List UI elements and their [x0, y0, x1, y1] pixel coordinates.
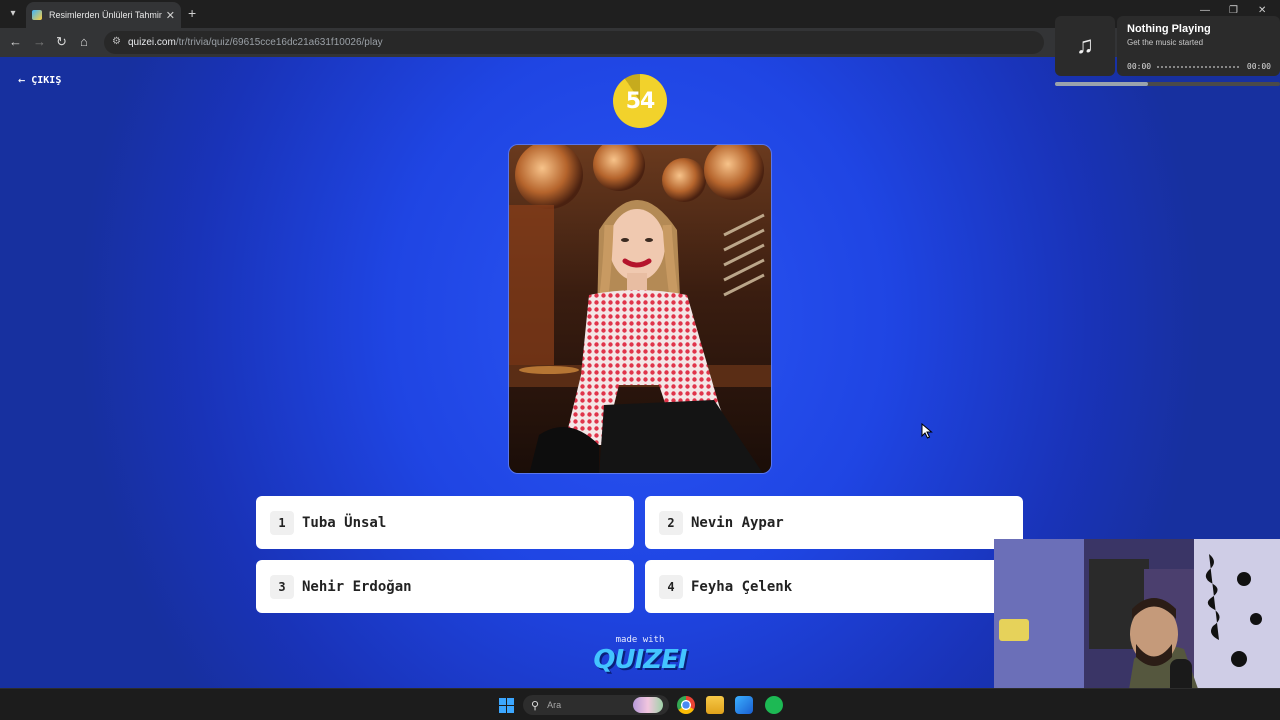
answer-text: Nehir Erdoğan: [302, 578, 412, 595]
answer-number: 4: [659, 574, 683, 599]
answer-number: 1: [270, 510, 294, 535]
exit-button[interactable]: ← ÇIKIŞ: [18, 73, 61, 87]
taskbar-search[interactable]: ⚲ Ara: [523, 695, 669, 715]
media-title: Nothing Playing: [1127, 23, 1211, 35]
back-icon[interactable]: ←: [9, 34, 22, 50]
maximize-icon[interactable]: ❐: [1229, 5, 1238, 16]
photos-app-icon[interactable]: [735, 696, 753, 714]
chrome-icon[interactable]: [677, 696, 695, 714]
spotify-icon[interactable]: [765, 696, 783, 714]
home-icon[interactable]: ⌂: [80, 34, 88, 50]
question-image: [508, 144, 772, 474]
address-bar[interactable]: ⚙ quizei.com/tr/trivia/quiz/69615cce16dc…: [104, 31, 1044, 54]
media-volume-bar[interactable]: [1055, 82, 1280, 86]
new-tab-icon[interactable]: +: [188, 5, 196, 21]
answer-option-2[interactable]: 2 Nevin Aypar: [645, 496, 1023, 549]
media-volume-fill: [1055, 82, 1148, 86]
celebrity-photo-illustration: [509, 145, 771, 473]
browser-tab[interactable]: Resimlerden Ünlüleri Tahmin Et ✕: [26, 2, 181, 28]
music-note-icon: ♫: [1055, 16, 1115, 76]
url-path: /tr/trivia/quiz/69615cce16dc21a631f10026…: [175, 37, 383, 48]
forward-icon[interactable]: →: [33, 34, 46, 50]
taskbar: ⚲ Ara: [0, 688, 1280, 720]
site-info-icon[interactable]: ⚙: [112, 36, 121, 47]
answer-text: Tuba Ünsal: [302, 514, 387, 531]
answer-option-4[interactable]: 4 Feyha Çelenk: [645, 560, 1023, 613]
quizei-logo[interactable]: QUIZEI: [590, 645, 690, 675]
tab-search-icon[interactable]: ▾: [4, 4, 22, 22]
countdown-timer: 54: [613, 74, 667, 128]
window-close-icon[interactable]: ✕: [1258, 5, 1266, 16]
media-time-start: 00:00: [1127, 62, 1152, 71]
exit-label: ÇIKIŞ: [31, 74, 62, 86]
answer-text: Feyha Çelenk: [691, 578, 793, 595]
media-player-overlay: ♫ Nothing Playing Get the music started …: [1055, 16, 1280, 88]
media-seek-track[interactable]: [1157, 66, 1241, 68]
windows-start-icon[interactable]: [499, 698, 514, 713]
answer-option-1[interactable]: 1 Tuba Ünsal: [256, 496, 634, 549]
answer-text: Nevin Aypar: [691, 514, 784, 531]
media-time-end: 00:00: [1246, 62, 1271, 71]
reload-icon[interactable]: ↻: [56, 34, 67, 50]
timer-value: 54: [625, 88, 656, 114]
answer-number: 2: [659, 510, 683, 535]
answer-option-3[interactable]: 3 Nehir Erdoğan: [256, 560, 634, 613]
address-url: quizei.com/tr/trivia/quiz/69615cce16dc21…: [128, 37, 383, 48]
file-explorer-icon[interactable]: [706, 696, 724, 714]
screen: { "browser": { "tab_title": "Resimlerden…: [0, 0, 1280, 720]
mouse-cursor-icon: [921, 423, 933, 439]
media-info-card[interactable]: Nothing Playing Get the music started 00…: [1117, 16, 1280, 76]
url-host: quizei.com: [128, 37, 176, 48]
made-with-label: made with: [615, 635, 665, 645]
favicon-icon: [32, 10, 42, 20]
search-placeholder: Ara: [547, 700, 562, 710]
tab-title: Resimlerden Ünlüleri Tahmin Et: [49, 10, 162, 20]
media-subtitle: Get the music started: [1127, 38, 1204, 47]
search-highlight-icon: [633, 697, 663, 713]
minimize-icon[interactable]: —: [1200, 5, 1210, 16]
search-icon: ⚲: [531, 699, 540, 712]
tab-close-icon[interactable]: ✕: [166, 9, 175, 22]
answer-number: 3: [270, 574, 294, 599]
arrow-left-icon: ←: [18, 73, 26, 87]
